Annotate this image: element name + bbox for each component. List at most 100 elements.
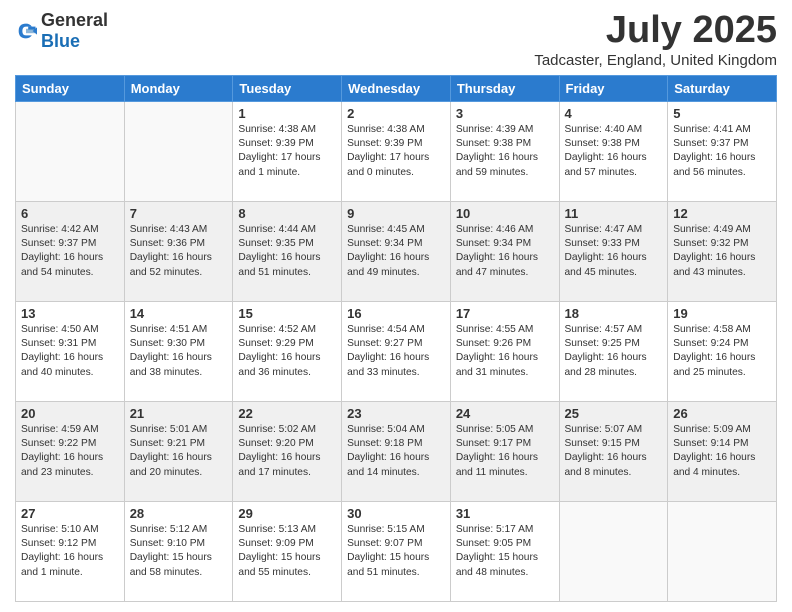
day-number: 15 [238,306,336,321]
day-number: 13 [21,306,119,321]
day-number: 1 [238,106,336,121]
day-number: 23 [347,406,445,421]
day-number: 8 [238,206,336,221]
table-row: 8 Sunrise: 4:44 AMSunset: 9:35 PMDaylight… [233,201,342,301]
day-number: 5 [673,106,771,121]
day-number: 10 [456,206,554,221]
col-friday: Friday [559,75,668,101]
day-number: 27 [21,506,119,521]
day-number: 14 [130,306,228,321]
day-info: Sunrise: 4:55 AMSunset: 9:26 PMDaylight:… [456,323,554,380]
table-row: 17 Sunrise: 4:55 AMSunset: 9:26 PMDayligh… [450,301,559,401]
calendar-week-row: 27Sunrise: 5:10 AMSunset: 9:12 PMDayligh… [16,501,777,601]
day-number: 26 [673,406,771,421]
day-number: 31 [456,506,554,521]
calendar-week-row: 13 Sunrise: 4:50 AMSunset: 9:31 PMDayligh… [16,301,777,401]
logo-general: General [41,10,108,30]
table-row: 11 Sunrise: 4:47 AMSunset: 9:33 PMDayligh… [559,201,668,301]
header-row: Sunday Monday Tuesday Wednesday Thursday… [16,75,777,101]
day-info: Sunrise: 5:02 AMSunset: 9:20 PMDaylight:… [238,423,336,480]
calendar-week-row: 1 Sunrise: 4:38 AMSunset: 9:39 PMDaylight… [16,101,777,201]
day-info: Sunrise: 4:58 AMSunset: 9:24 PMDaylight:… [673,323,771,380]
table-row: 13 Sunrise: 4:50 AMSunset: 9:31 PMDayligh… [16,301,125,401]
table-row: 10 Sunrise: 4:46 AMSunset: 9:34 PMDayligh… [450,201,559,301]
calendar-table: Sunday Monday Tuesday Wednesday Thursday… [15,75,777,602]
day-info: Sunrise: 4:42 AMSunset: 9:37 PMDaylight:… [21,223,119,280]
day-info: Sunrise: 4:52 AMSunset: 9:29 PMDaylight:… [238,323,336,380]
table-row: 2 Sunrise: 4:38 AMSunset: 9:39 PMDaylight… [342,101,451,201]
day-number: 6 [21,206,119,221]
day-info: Sunrise: 5:01 AMSunset: 9:21 PMDaylight:… [130,423,228,480]
table-row: 14 Sunrise: 4:51 AMSunset: 9:30 PMDayligh… [124,301,233,401]
day-info: Sunrise: 4:50 AMSunset: 9:31 PMDaylight:… [21,323,119,380]
day-info: Sunrise: 4:57 AMSunset: 9:25 PMDaylight:… [565,323,663,380]
day-info: Sunrise: 4:41 AMSunset: 9:37 PMDaylight:… [673,123,771,180]
logo-text: General Blue [41,10,108,52]
table-row: 16Sunrise: 4:54 AMSunset: 9:27 PMDayligh… [342,301,451,401]
day-number: 30 [347,506,445,521]
table-row [559,501,668,601]
calendar-week-row: 6 Sunrise: 4:42 AMSunset: 9:37 PMDaylight… [16,201,777,301]
day-info: Sunrise: 4:38 AMSunset: 9:39 PMDaylight:… [347,123,445,180]
table-row: 21Sunrise: 5:01 AMSunset: 9:21 PMDayligh… [124,401,233,501]
table-row: 9 Sunrise: 4:45 AMSunset: 9:34 PMDaylight… [342,201,451,301]
table-row: 5 Sunrise: 4:41 AMSunset: 9:37 PMDaylight… [668,101,777,201]
logo-blue: Blue [41,31,80,51]
table-row: 19Sunrise: 4:58 AMSunset: 9:24 PMDayligh… [668,301,777,401]
day-info: Sunrise: 4:46 AMSunset: 9:34 PMDaylight:… [456,223,554,280]
day-info: Sunrise: 4:59 AMSunset: 9:22 PMDaylight:… [21,423,119,480]
table-row [124,101,233,201]
col-wednesday: Wednesday [342,75,451,101]
table-row: 29Sunrise: 5:13 AMSunset: 9:09 PMDayligh… [233,501,342,601]
table-row: 31Sunrise: 5:17 AMSunset: 9:05 PMDayligh… [450,501,559,601]
main-title: July 2025 [534,10,777,52]
day-number: 17 [456,306,554,321]
day-number: 7 [130,206,228,221]
table-row: 23 Sunrise: 5:04 AMSunset: 9:18 PMDayligh… [342,401,451,501]
day-number: 4 [565,106,663,121]
header: General Blue July 2025 Tadcaster, Englan… [15,10,777,69]
day-number: 22 [238,406,336,421]
table-row: 4 Sunrise: 4:40 AMSunset: 9:38 PMDaylight… [559,101,668,201]
table-row: 6 Sunrise: 4:42 AMSunset: 9:37 PMDaylight… [16,201,125,301]
subtitle: Tadcaster, England, United Kingdom [534,52,777,69]
day-info: Sunrise: 5:15 AMSunset: 9:07 PMDaylight:… [347,523,445,580]
day-number: 9 [347,206,445,221]
day-info: Sunrise: 5:07 AMSunset: 9:15 PMDaylight:… [565,423,663,480]
table-row [668,501,777,601]
day-info: Sunrise: 4:51 AMSunset: 9:30 PMDaylight:… [130,323,228,380]
day-info: Sunrise: 4:54 AMSunset: 9:27 PMDaylight:… [347,323,445,380]
col-tuesday: Tuesday [233,75,342,101]
table-row: 22 Sunrise: 5:02 AMSunset: 9:20 PMDayligh… [233,401,342,501]
calendar-week-row: 20 Sunrise: 4:59 AMSunset: 9:22 PMDayligh… [16,401,777,501]
table-row: 24 Sunrise: 5:05 AMSunset: 9:17 PMDayligh… [450,401,559,501]
logo-icon [15,20,37,42]
day-info: Sunrise: 4:45 AMSunset: 9:34 PMDaylight:… [347,223,445,280]
table-row: 15 Sunrise: 4:52 AMSunset: 9:29 PMDayligh… [233,301,342,401]
day-number: 2 [347,106,445,121]
day-number: 24 [456,406,554,421]
table-row: 30 Sunrise: 5:15 AMSunset: 9:07 PMDayligh… [342,501,451,601]
table-row: 18Sunrise: 4:57 AMSunset: 9:25 PMDayligh… [559,301,668,401]
day-info: Sunrise: 4:40 AMSunset: 9:38 PMDaylight:… [565,123,663,180]
col-thursday: Thursday [450,75,559,101]
day-number: 11 [565,206,663,221]
table-row: 25Sunrise: 5:07 AMSunset: 9:15 PMDayligh… [559,401,668,501]
day-info: Sunrise: 4:39 AMSunset: 9:38 PMDaylight:… [456,123,554,180]
day-info: Sunrise: 4:44 AMSunset: 9:35 PMDaylight:… [238,223,336,280]
day-number: 20 [21,406,119,421]
table-row: 7Sunrise: 4:43 AMSunset: 9:36 PMDaylight… [124,201,233,301]
day-number: 28 [130,506,228,521]
day-info: Sunrise: 5:04 AMSunset: 9:18 PMDaylight:… [347,423,445,480]
day-info: Sunrise: 5:13 AMSunset: 9:09 PMDaylight:… [238,523,336,580]
day-info: Sunrise: 4:49 AMSunset: 9:32 PMDaylight:… [673,223,771,280]
day-info: Sunrise: 5:09 AMSunset: 9:14 PMDaylight:… [673,423,771,480]
day-number: 3 [456,106,554,121]
day-info: Sunrise: 4:47 AMSunset: 9:33 PMDaylight:… [565,223,663,280]
table-row: 3 Sunrise: 4:39 AMSunset: 9:38 PMDaylight… [450,101,559,201]
table-row: 20 Sunrise: 4:59 AMSunset: 9:22 PMDayligh… [16,401,125,501]
table-row: 27Sunrise: 5:10 AMSunset: 9:12 PMDayligh… [16,501,125,601]
day-info: Sunrise: 5:05 AMSunset: 9:17 PMDaylight:… [456,423,554,480]
page: General Blue July 2025 Tadcaster, Englan… [0,0,792,612]
col-saturday: Saturday [668,75,777,101]
